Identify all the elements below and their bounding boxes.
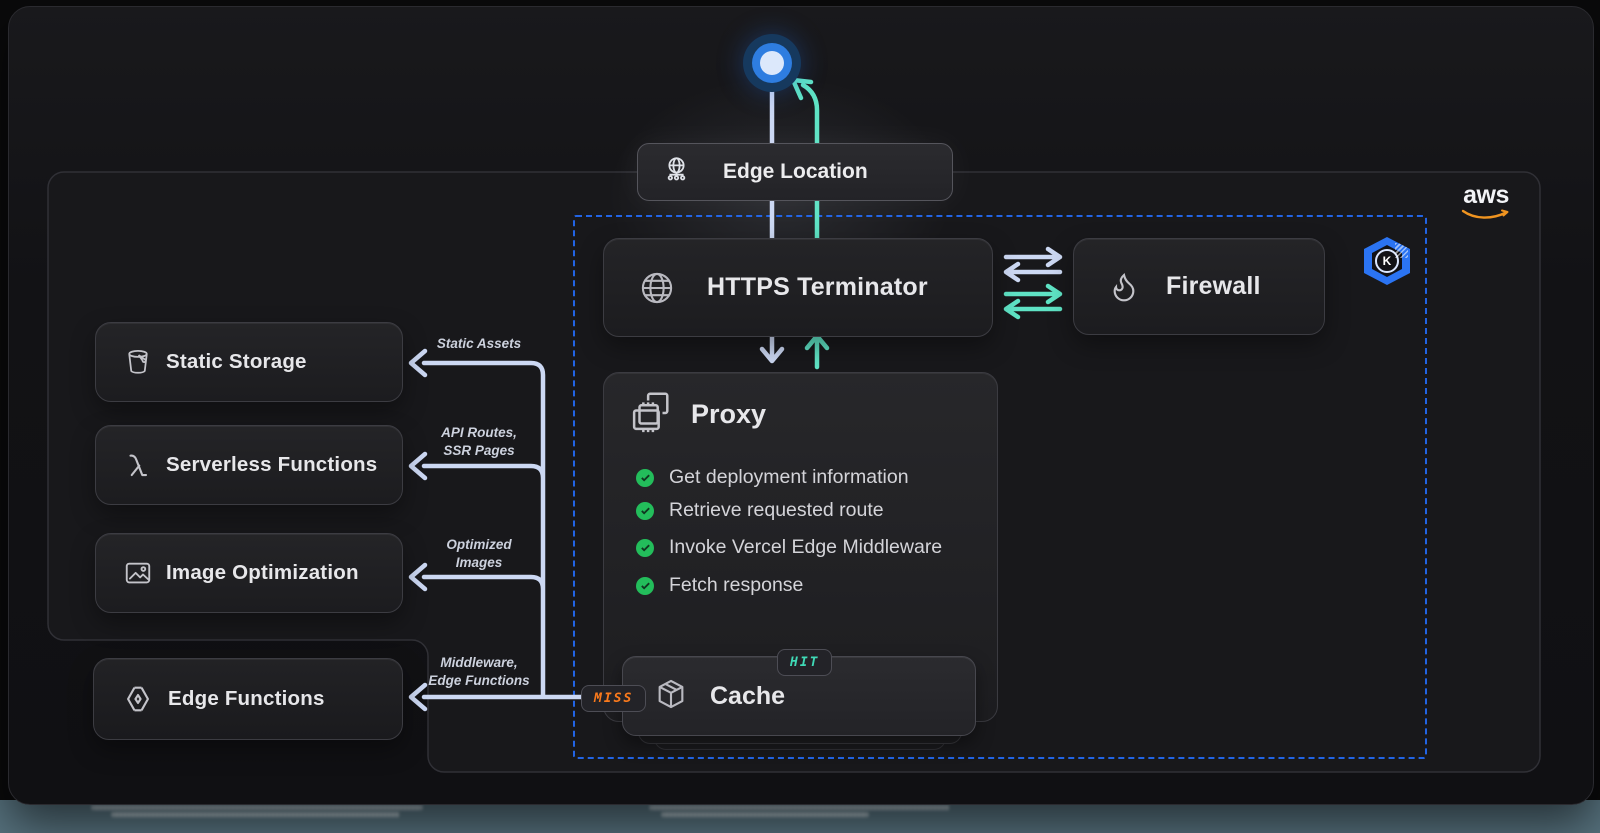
package-icon [654,677,688,716]
checklist-item: Get deployment information [636,466,997,489]
arrow-label-static-assets: Static Assets [394,335,564,353]
node-edge-functions: Edge Functions [93,658,403,740]
chip-icon [628,389,674,440]
node-label: Edge Location [723,160,868,184]
user-origin-marker-core [760,51,784,75]
node-label: Cache [710,682,785,711]
arrow-label-middleware: Middleware, Edge Functions [394,654,564,689]
arrow-label-api-routes: API Routes, SSR Pages [394,424,564,459]
check-circle-icon [636,539,654,557]
cache-miss-badge: MISS [581,685,646,712]
globe-icon [639,270,675,306]
lambda-icon [123,450,153,480]
proxy-checklist: Get deployment information Retrieve requ… [604,440,997,597]
diagram-canvas: Edge Location HTTPS Terminator Firewall … [0,0,1600,833]
aws-logo: aws [1458,183,1514,226]
globe-network-icon [662,155,691,189]
node-https-terminator: HTTPS Terminator [603,238,993,337]
node-label: Image Optimization [166,561,359,585]
node-label: Firewall [1166,272,1261,301]
edge-functions-icon [121,682,155,716]
node-edge-location: Edge Location [637,143,953,201]
arrow-label-optimized-images: Optimized Images [394,536,564,571]
check-circle-icon [636,577,654,595]
node-label: Static Storage [166,350,307,374]
blurred-text-fragment [662,812,868,817]
node-firewall: Firewall [1073,238,1325,335]
checklist-item: Retrieve requested route [636,499,997,522]
blurred-text-fragment [92,805,422,810]
checklist-item: Invoke Vercel Edge Middleware [636,536,997,559]
blurred-text-fragment [650,805,950,810]
cache-hit-badge: HIT [777,649,832,676]
blurred-text-fragment [112,812,400,817]
aws-smile-icon [1460,209,1512,221]
aws-logo-text: aws [1458,183,1514,208]
checklist-item: Fetch response [636,574,997,597]
node-static-storage: Static Storage [95,322,403,402]
proxy-header: Proxy [604,373,997,440]
flame-icon [1108,271,1140,303]
node-serverless-functions: Serverless Functions [95,425,403,505]
image-icon [123,558,153,588]
node-label: Edge Functions [168,687,325,711]
bucket-icon [123,347,153,377]
check-circle-icon [636,469,654,487]
node-label: Proxy [691,399,766,430]
check-circle-icon [636,502,654,520]
node-label: Serverless Functions [166,453,377,477]
node-label: HTTPS Terminator [707,273,928,302]
node-image-optimization: Image Optimization [95,533,403,613]
